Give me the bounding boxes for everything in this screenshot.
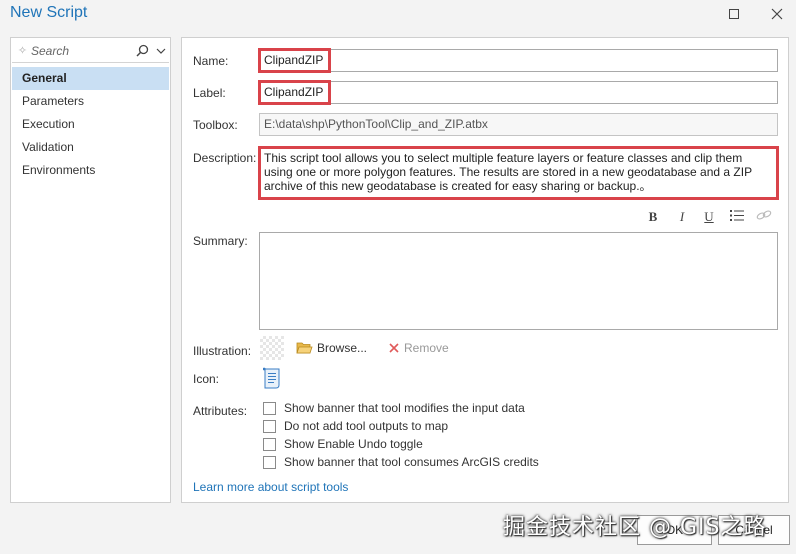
- label-field[interactable]: ClipandZIP: [259, 81, 778, 104]
- general-panel: Name: ClipandZIP Label: ClipandZIP Toolb…: [181, 37, 789, 503]
- attributes-label: Attributes:: [193, 404, 248, 418]
- browse-label: Browse...: [317, 341, 368, 355]
- underline-button[interactable]: U: [700, 209, 718, 227]
- name-value: ClipandZIP: [264, 53, 324, 67]
- sidebar-item-parameters[interactable]: Parameters: [12, 90, 169, 113]
- folder-icon: [296, 342, 313, 354]
- attribute-row[interactable]: Show banner that tool consumes ArcGIS cr…: [263, 455, 539, 469]
- name-label: Name:: [193, 54, 229, 68]
- sparkle-icon: ✧: [17, 45, 28, 57]
- attribute-label: Show banner that tool consumes ArcGIS cr…: [284, 455, 539, 469]
- attribute-row[interactable]: Do not add tool outputs to map: [263, 419, 448, 433]
- attribute-checkbox[interactable]: [263, 455, 276, 469]
- sidebar-item-execution[interactable]: Execution: [12, 113, 169, 136]
- watermark: 掘金技术社区 @ GIS之路: [503, 515, 767, 540]
- icon-label: Icon:: [193, 372, 220, 386]
- illustration-label: Illustration:: [193, 344, 252, 358]
- learn-more-link[interactable]: Learn more about script tools: [193, 480, 348, 494]
- chevron-down-icon[interactable]: [154, 48, 169, 54]
- link-button[interactable]: [755, 209, 773, 227]
- label-value: ClipandZIP: [264, 85, 324, 99]
- sidebar: ✧ General Parameters Execution Validatio…: [10, 37, 171, 503]
- maximize-icon: [729, 9, 739, 19]
- link-icon: [756, 210, 772, 220]
- maximize-button[interactable]: [721, 4, 747, 24]
- close-button[interactable]: [764, 4, 790, 24]
- sidebar-item-validation[interactable]: Validation: [12, 136, 169, 159]
- sidebar-item-general[interactable]: General: [12, 67, 169, 90]
- bold-button[interactable]: B: [644, 209, 662, 227]
- attribute-checkbox[interactable]: [263, 401, 276, 415]
- browse-button[interactable]: Browse...: [296, 341, 367, 355]
- attribute-row[interactable]: Show banner that tool modifies the input…: [263, 401, 525, 415]
- script-icon[interactable]: [261, 366, 283, 393]
- description-field[interactable]: This script tool allows you to select mu…: [259, 147, 778, 199]
- toolbox-label: Toolbox:: [193, 118, 238, 132]
- remove-button[interactable]: Remove: [389, 341, 449, 355]
- attribute-label: Show Enable Undo toggle: [284, 437, 423, 451]
- attribute-checkbox[interactable]: [263, 437, 276, 451]
- toolbox-value: E:\data\shp\PythonTool\Clip_and_ZIP.atbx: [264, 117, 488, 131]
- attribute-row[interactable]: Show Enable Undo toggle: [263, 437, 423, 451]
- italic-button[interactable]: I: [673, 209, 691, 227]
- window-title: New Script: [10, 4, 88, 21]
- sidebar-nav: General Parameters Execution Validation …: [12, 67, 169, 182]
- bullet-list-icon: [730, 210, 744, 221]
- summary-label: Summary:: [193, 234, 248, 248]
- name-field[interactable]: ClipandZIP: [259, 49, 778, 72]
- summary-field[interactable]: [259, 232, 778, 330]
- search-box: ✧: [12, 39, 169, 63]
- illustration-thumbnail: [260, 336, 284, 360]
- title-bar: New Script: [0, 0, 796, 30]
- attribute-label: Do not add tool outputs to map: [284, 419, 449, 433]
- close-icon: [771, 8, 783, 20]
- search-input[interactable]: [31, 43, 127, 58]
- sidebar-item-environments[interactable]: Environments: [12, 159, 169, 182]
- label-label: Label:: [193, 86, 226, 100]
- bullet-list-button[interactable]: [728, 209, 746, 227]
- remove-icon: [389, 343, 399, 353]
- description-value: This script tool allows you to select mu…: [264, 151, 752, 193]
- description-label: Description:: [193, 151, 257, 165]
- attribute-checkbox[interactable]: [263, 419, 276, 433]
- search-icon[interactable]: [133, 44, 152, 57]
- attribute-label: Show banner that tool modifies the input…: [284, 401, 525, 415]
- remove-label: Remove: [404, 341, 449, 355]
- toolbox-field[interactable]: E:\data\shp\PythonTool\Clip_and_ZIP.atbx: [259, 113, 778, 136]
